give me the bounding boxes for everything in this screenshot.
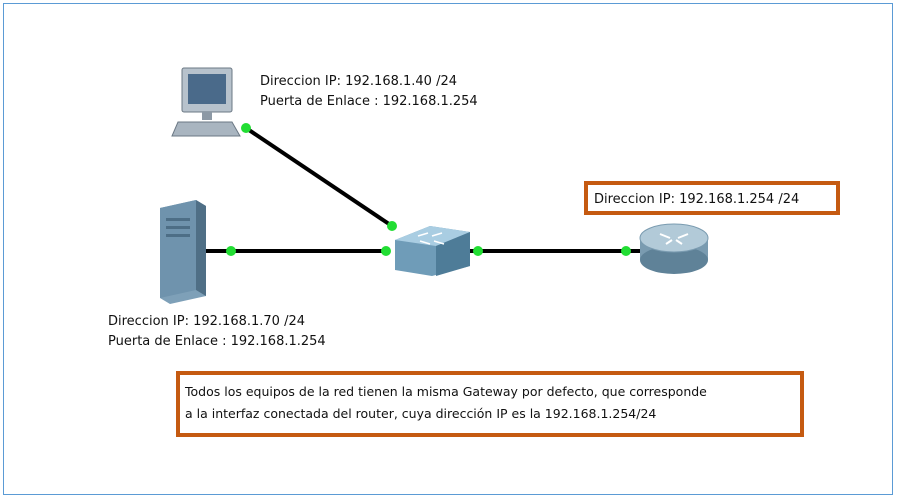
link-pc-switch bbox=[244, 126, 394, 228]
port-dot-switch-top bbox=[387, 221, 397, 231]
pc-label: Direccion IP: 192.168.1.40 /24 Puerta de… bbox=[260, 72, 478, 112]
pc-icon bbox=[171, 67, 241, 137]
port-dot-pc bbox=[241, 123, 251, 133]
port-dot-switch-left bbox=[381, 246, 391, 256]
router-icon bbox=[639, 223, 709, 274]
pc-gateway: Puerta de Enlace : 192.168.1.254 bbox=[260, 94, 478, 109]
server-label: Direccion IP: 192.168.1.70 /24 Puerta de… bbox=[108, 312, 326, 352]
server-gateway: Puerta de Enlace : 192.168.1.254 bbox=[108, 334, 326, 349]
port-dot-switch-right bbox=[473, 246, 483, 256]
server-icon bbox=[160, 200, 206, 304]
pc-ip-address: Direccion IP: 192.168.1.40 /24 bbox=[260, 74, 457, 89]
switch-icon bbox=[395, 226, 470, 276]
gateway-note-box: Todos los equipos de la red tienen la mi… bbox=[176, 371, 804, 437]
server-ip-address: Direccion IP: 192.168.1.70 /24 bbox=[108, 314, 305, 329]
port-dot-server bbox=[226, 246, 236, 256]
router-ip-address: Direccion IP: 192.168.1.254 /24 bbox=[594, 192, 800, 207]
port-dot-router bbox=[621, 246, 631, 256]
router-ip-box: Direccion IP: 192.168.1.254 /24 bbox=[584, 181, 840, 215]
gateway-note-line-2: a la interfaz conectada del router, cuya… bbox=[185, 406, 657, 421]
gateway-note-line-1: Todos los equipos de la red tienen la mi… bbox=[185, 384, 707, 399]
